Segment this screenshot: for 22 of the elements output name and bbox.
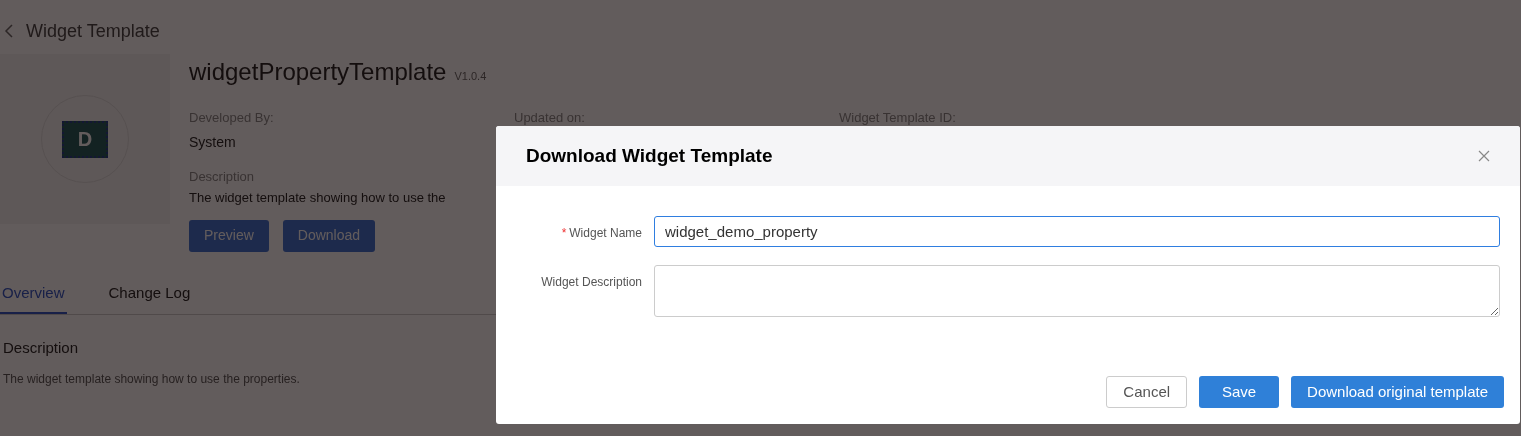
- close-icon[interactable]: [1478, 150, 1490, 162]
- page-button[interactable]: Preview: [189, 219, 269, 252]
- avatar-letter: D: [62, 120, 108, 158]
- section-title: Description: [3, 338, 80, 358]
- dialog-title: Download Widget Template: [526, 143, 773, 168]
- back-icon[interactable]: [4, 24, 14, 38]
- tab[interactable]: Overview: [0, 281, 67, 314]
- required-marker: *: [561, 225, 567, 242]
- template-name: widgetPropertyTemplate: [189, 57, 447, 87]
- page-title: Widget Template: [26, 19, 160, 43]
- page-button[interactable]: Download: [282, 219, 376, 252]
- field-label: Widget Name: [569, 225, 642, 242]
- tab[interactable]: Change Log: [106, 281, 193, 314]
- dialog-button[interactable]: Cancel: [1106, 376, 1188, 408]
- description-text: The widget template showing how to use the: [189, 189, 447, 207]
- dialog-button[interactable]: Save: [1199, 376, 1280, 408]
- textarea-field[interactable]: [654, 265, 1500, 317]
- field-label: Widget Description: [541, 274, 642, 291]
- dialog-button[interactable]: Download original template: [1291, 376, 1504, 408]
- section-text: The widget template showing how to use the properties.: [3, 370, 301, 388]
- field-value: System: [189, 132, 237, 152]
- input-field[interactable]: widget_demo_property: [654, 216, 1500, 247]
